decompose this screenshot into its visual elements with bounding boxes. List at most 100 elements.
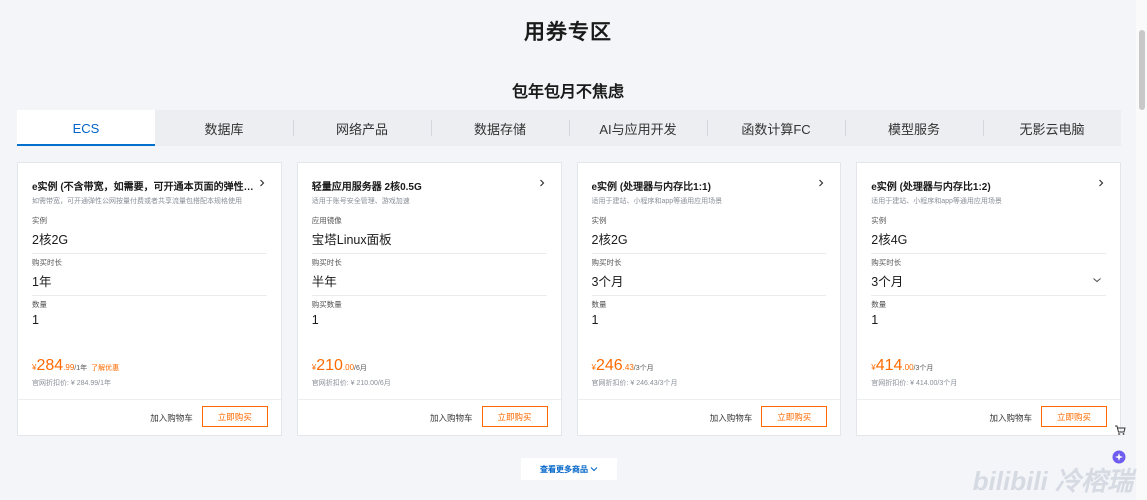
price: ¥284.99/1年 了解优惠 xyxy=(32,357,119,375)
product-card: e实例 (处理器与内存比1:2) 适用于建站、小程序和app等通用应用场景 实例… xyxy=(856,162,1121,436)
original-price: 官网折扣价: ¥ 284.99/1年 xyxy=(32,380,111,387)
chevron-down-icon xyxy=(590,467,598,472)
page-title: 用券专区 xyxy=(524,21,612,44)
instance-field[interactable]: 实例 2核2G xyxy=(591,215,827,254)
tab-function-compute[interactable]: 函数计算FC xyxy=(707,110,845,146)
field-label: 实例 xyxy=(32,216,47,225)
duration-field[interactable]: 购买时长 3个月 xyxy=(591,257,827,296)
buy-now-button[interactable]: 立即购买 xyxy=(1041,406,1107,427)
buy-now-button[interactable]: 立即购买 xyxy=(201,406,268,427)
original-price: 官网折扣价: ¥ 210.00/6月 xyxy=(311,380,391,387)
chevron-right-icon[interactable] xyxy=(814,176,828,190)
card-title[interactable]: e实例 (处理器与内存比1:2) xyxy=(871,178,1108,193)
original-price: 官网折扣价: ¥ 246.43/3个月 xyxy=(591,380,678,387)
price-integer: 210 xyxy=(316,357,343,374)
field-label: 实例 xyxy=(591,216,607,225)
price-integer: 246 xyxy=(595,357,623,374)
field-value[interactable]: 1 xyxy=(871,313,1106,327)
buy-now-button[interactable]: 立即购买 xyxy=(761,406,828,427)
duration-field[interactable]: 购买时长 1年 xyxy=(32,257,267,296)
field-label: 数量 xyxy=(871,300,887,309)
price-decimal: .00 xyxy=(902,363,914,372)
card-description: 适用于建站、小程序和app等通用应用场景 xyxy=(871,198,1002,205)
card-description: 适用于建站、小程序和app等通用应用场景 xyxy=(591,198,723,205)
cart-icon[interactable] xyxy=(1112,422,1128,438)
add-to-cart-button[interactable]: 加入购物车 xyxy=(710,412,753,424)
quantity-field[interactable]: 购买数量 1 xyxy=(312,299,547,327)
price-decimal: .99 xyxy=(63,363,75,372)
field-value[interactable]: 3个月 xyxy=(871,271,1106,290)
add-to-cart-button[interactable]: 加入购物车 xyxy=(989,412,1032,424)
view-more-label: 查看更多商品 xyxy=(540,464,588,474)
field-value[interactable]: 2核4G xyxy=(871,229,1106,248)
product-card: e实例 (不含带宽，如需要，可开通本页面的弹性公... 如需带宽，可开通弹性公网… xyxy=(17,162,282,436)
field-label: 购买时长 xyxy=(311,258,342,267)
field-label: 购买时长 xyxy=(32,258,62,267)
instance-field[interactable]: 实例 2核2G xyxy=(32,215,267,254)
tab-network[interactable]: 网络产品 xyxy=(293,110,431,146)
tab-model-service[interactable]: 模型服务 xyxy=(845,110,983,146)
page: 用券专区 包年包月不焦虑 ECS 数据库 网络产品 数据存储 AI与应用开发 函… xyxy=(0,0,1136,500)
add-to-cart-button[interactable]: 加入购物车 xyxy=(150,412,193,424)
view-more-button[interactable]: 查看更多商品 xyxy=(521,458,617,480)
price-integer: 284 xyxy=(36,357,64,374)
field-label: 实例 xyxy=(871,216,887,225)
price: ¥210.00/6月 xyxy=(312,357,367,375)
card-header[interactable]: e实例 (处理器与内存比1:1) 适用于建站、小程序和app等通用应用场景 xyxy=(592,178,829,206)
field-label: 数量 xyxy=(591,300,607,309)
chevron-right-icon[interactable] xyxy=(255,176,269,190)
field-value[interactable]: 半年 xyxy=(312,271,547,290)
original-price: 官网折扣价: ¥ 414.00/3个月 xyxy=(871,380,958,387)
scrollbar[interactable] xyxy=(1136,0,1147,500)
price-unit: /3个月 xyxy=(633,365,654,372)
scrollbar-thumb[interactable] xyxy=(1139,30,1145,110)
price: ¥246.43/3个月 xyxy=(592,357,654,375)
tab-ai-dev[interactable]: AI与应用开发 xyxy=(569,110,707,146)
field-label: 数量 xyxy=(32,300,47,309)
price-unit: /6月 xyxy=(354,365,367,372)
category-tabs: ECS 数据库 网络产品 数据存储 AI与应用开发 函数计算FC 模型服务 无影… xyxy=(17,110,1121,146)
field-label: 应用镜像 xyxy=(311,216,342,225)
product-card: 轻量应用服务器 2核0.5G 适用于账号安全管理、游戏加速 应用镜像 宝塔Lin… xyxy=(296,162,562,436)
field-label: 购买数量 xyxy=(311,300,342,309)
quantity-field[interactable]: 数量 1 xyxy=(871,299,1106,327)
quantity-field[interactable]: 数量 1 xyxy=(592,299,827,327)
duration-select[interactable]: 购买时长 3个月 xyxy=(871,257,1106,296)
tab-storage[interactable]: 数据存储 xyxy=(431,110,569,146)
watermark: bilibili 冷榕瑞 xyxy=(972,466,1133,496)
image-field[interactable]: 应用镜像 宝塔Linux面板 xyxy=(311,215,547,254)
field-value[interactable]: 1 xyxy=(32,313,267,327)
card-description: 如需带宽，可开通弹性公网按量付费或者共享流量包搭配本规格使用 xyxy=(32,198,242,205)
tab-ecs[interactable]: ECS xyxy=(17,110,155,146)
tab-cloud-desktop[interactable]: 无影云电脑 xyxy=(983,110,1121,146)
price-unit: /1年 xyxy=(74,365,88,372)
field-value[interactable]: 1 xyxy=(312,313,547,327)
field-value[interactable]: 2核2G xyxy=(32,229,267,248)
chevron-right-icon[interactable] xyxy=(1094,176,1108,190)
field-value[interactable]: 1年 xyxy=(32,271,267,290)
field-label: 购买时长 xyxy=(871,258,902,267)
price-decimal: .00 xyxy=(342,363,355,372)
field-value[interactable]: 3个月 xyxy=(592,271,827,290)
card-description: 适用于账号安全管理、游戏加速 xyxy=(311,198,410,205)
chevron-down-icon[interactable] xyxy=(1092,271,1102,289)
tab-database[interactable]: 数据库 xyxy=(155,110,293,146)
price: ¥414.00/3个月 xyxy=(871,357,933,375)
card-header[interactable]: e实例 (不含带宽，如需要，可开通本页面的弹性公... 如需带宽，可开通弹性公网… xyxy=(32,178,269,206)
price-decimal: .43 xyxy=(622,363,634,372)
card-title[interactable]: e实例 (不含带宽，如需要，可开通本页面的弹性公... xyxy=(32,178,269,193)
quantity-field[interactable]: 数量 1 xyxy=(32,299,267,327)
card-title[interactable]: 轻量应用服务器 2核0.5G xyxy=(312,178,549,193)
chevron-right-icon[interactable] xyxy=(535,176,549,190)
card-title[interactable]: e实例 (处理器与内存比1:1) xyxy=(592,178,829,193)
add-to-cart-button[interactable]: 加入购物车 xyxy=(430,412,473,424)
promo-link[interactable]: 了解优惠 xyxy=(91,365,119,372)
field-value[interactable]: 1 xyxy=(592,313,827,327)
instance-field[interactable]: 实例 2核4G xyxy=(871,215,1106,254)
buy-now-button[interactable]: 立即购买 xyxy=(481,406,548,427)
card-header[interactable]: 轻量应用服务器 2核0.5G 适用于账号安全管理、游戏加速 xyxy=(312,178,549,206)
field-value[interactable]: 宝塔Linux面板 xyxy=(312,229,547,248)
card-header[interactable]: e实例 (处理器与内存比1:2) 适用于建站、小程序和app等通用应用场景 xyxy=(871,178,1108,206)
duration-field[interactable]: 购买时长 半年 xyxy=(311,257,547,296)
field-value[interactable]: 2核2G xyxy=(592,229,827,248)
